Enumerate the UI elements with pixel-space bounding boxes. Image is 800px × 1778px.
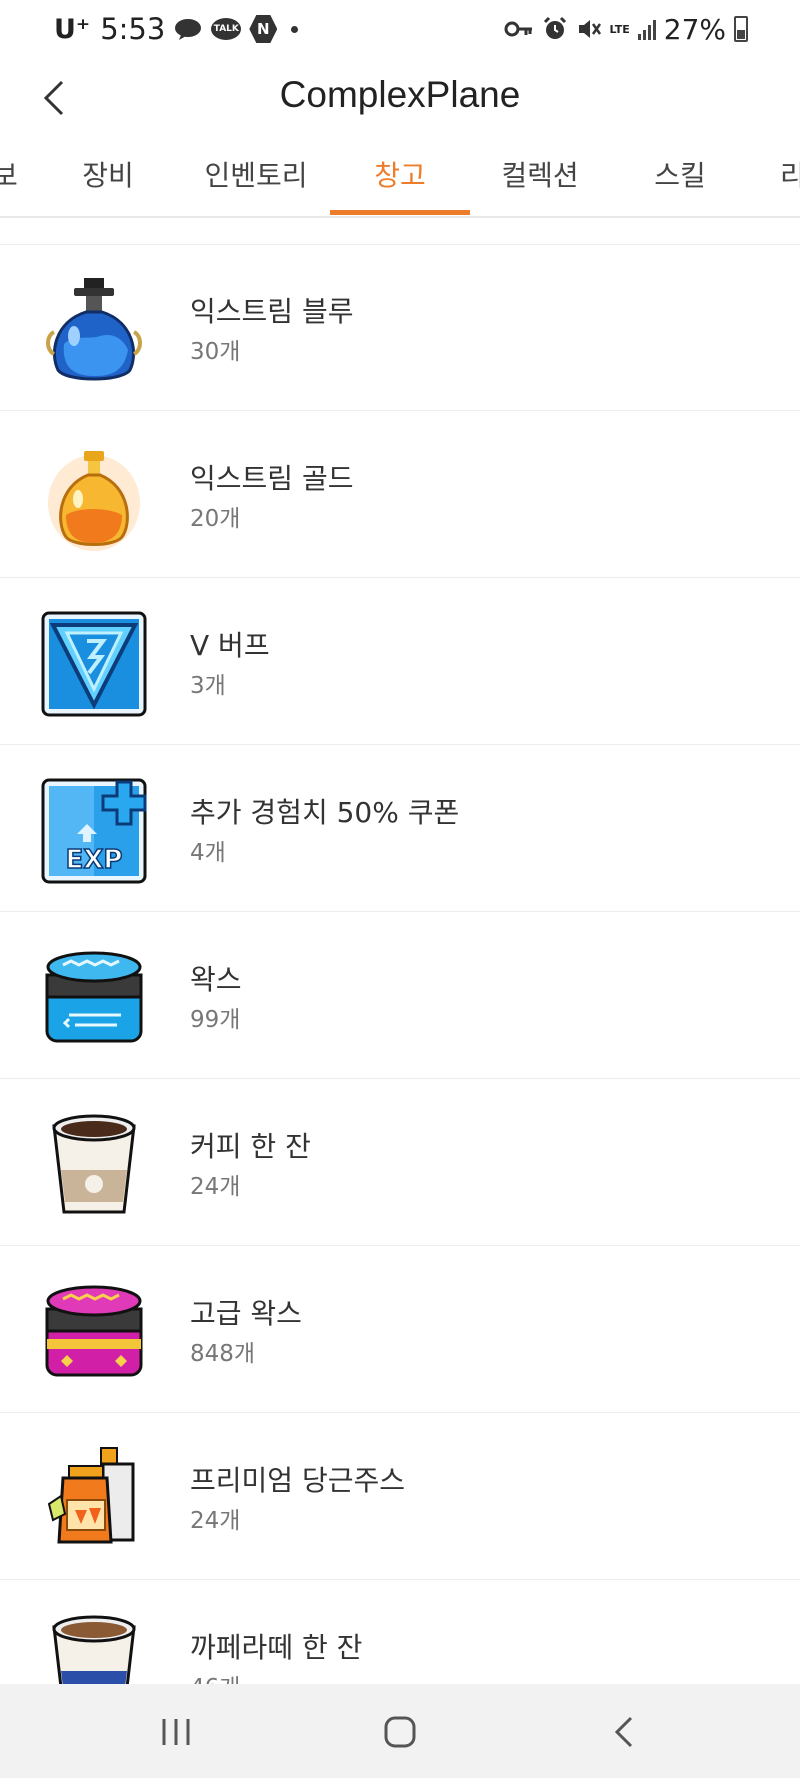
blue-potion-icon [38, 274, 150, 386]
active-tab-indicator [330, 210, 470, 215]
item-name: 고급 왁스 [190, 1297, 302, 1330]
battery-icon [734, 16, 748, 42]
more-notifications-icon [291, 25, 299, 33]
tab-inventory[interactable]: 인벤토리 [196, 148, 316, 216]
item-count: 20개 [190, 506, 241, 532]
home-icon [384, 1716, 416, 1748]
chat-bubble-icon [173, 17, 203, 41]
gold-potion-icon [38, 441, 150, 553]
mute-icon [576, 16, 602, 42]
tab-partial-right[interactable]: 리 [780, 148, 800, 216]
clock: 5:53 [100, 12, 166, 46]
page-title: ComplexPlane [279, 74, 521, 115]
item-count: 99개 [190, 1007, 241, 1033]
coffee-cup-icon [38, 1109, 150, 1221]
item-name: 익스트림 골드 [190, 462, 354, 495]
battery-percent: 27% [663, 12, 726, 46]
recent-apps-icon [162, 1719, 190, 1745]
status-left: U⁺ 5:53 TALK N [54, 12, 299, 46]
item-count: 24개 [190, 1174, 241, 1200]
item-count: 4개 [190, 840, 226, 866]
list-item[interactable]: 커피 한 잔 24개 [0, 1079, 800, 1246]
exp-coupon-icon: EXP [38, 775, 150, 887]
list-item[interactable]: 프리미엄 당근주스 24개 [0, 1413, 800, 1580]
item-name: 프리미엄 당근주스 [190, 1464, 405, 1497]
item-count: 3개 [190, 673, 226, 699]
list-item[interactable]: V 버프 3개 [0, 578, 800, 745]
tab-bar: 보 장비 인벤토리 창고 컬렉션 스킬 리 [0, 148, 800, 218]
v-buff-icon [38, 608, 150, 720]
list-item[interactable]: 왁스 99개 [0, 912, 800, 1079]
carrot-juice-icon [38, 1443, 150, 1555]
system-nav-bar [0, 1684, 800, 1778]
tab-equipment[interactable]: 장비 [68, 148, 148, 216]
signal-icon [637, 18, 656, 40]
status-right: LTE 27% [504, 13, 748, 46]
list-item[interactable]: 고급 왁스 848개 [0, 1246, 800, 1413]
wax-icon [38, 942, 150, 1054]
tab-collection[interactable]: 컬렉션 [488, 148, 592, 216]
item-count: 30개 [190, 339, 241, 365]
list-item[interactable]: 익스트림 블루 30개 [0, 244, 800, 411]
carrier-label: U⁺ [54, 13, 91, 45]
premium-wax-icon [38, 1276, 150, 1388]
nav-back-button[interactable] [584, 1704, 664, 1760]
recent-apps-button[interactable] [136, 1704, 216, 1760]
talk-icon: TALK [211, 18, 242, 40]
status-bar: U⁺ 5:53 TALK N LTE 27% [0, 0, 800, 58]
tab-partial-left[interactable]: 보 [0, 148, 22, 216]
storage-item-list: 익스트림 블루 30개 익스트림 골드 20개 V 버프 3개 EXP 추가 경… [0, 244, 800, 1747]
list-item[interactable]: EXP 추가 경험치 50% 쿠폰 4개 [0, 745, 800, 912]
key-icon [504, 19, 534, 39]
tab-skill[interactable]: 스킬 [640, 148, 720, 216]
app-header: ComplexPlane [0, 58, 800, 138]
item-name: 익스트림 블루 [190, 295, 354, 328]
item-name: V 버프 [190, 629, 270, 662]
n-badge-icon: N [249, 15, 278, 43]
network-type: LTE [609, 22, 630, 36]
item-name: 까페라떼 한 잔 [190, 1631, 363, 1664]
back-icon [614, 1716, 633, 1748]
item-name: 왁스 [190, 963, 242, 996]
home-button[interactable] [360, 1704, 440, 1760]
list-item[interactable]: 익스트림 골드 20개 [0, 411, 800, 578]
item-name: 추가 경험치 50% 쿠폰 [190, 796, 460, 829]
svg-text:EXP: EXP [66, 845, 123, 875]
item-count: 24개 [190, 1508, 241, 1534]
tab-storage[interactable]: 창고 [360, 148, 440, 216]
item-count: 848개 [190, 1341, 256, 1367]
item-name: 커피 한 잔 [190, 1130, 311, 1163]
alarm-icon [542, 16, 568, 42]
